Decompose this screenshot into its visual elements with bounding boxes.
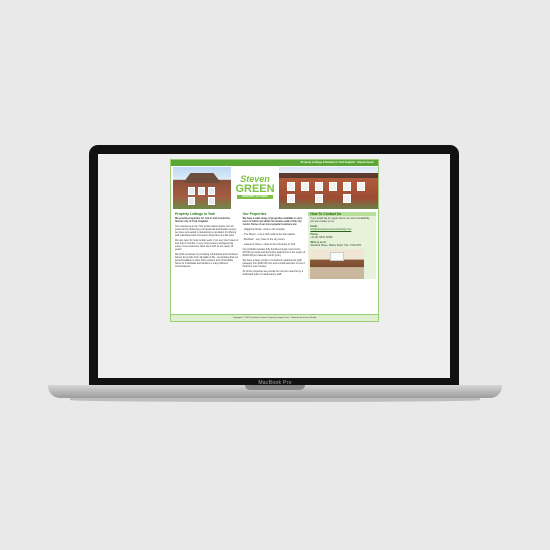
properties-paragraph: We have a large number of 2 bedroom apar… — [242, 259, 305, 268]
lettings-lead: We provide properties for rent in and ar… — [175, 217, 230, 223]
site-logo[interactable]: Steven GREEN PROPERTY LETTINGS — [233, 167, 277, 209]
properties-paragraph: Our portfolio includes fully furnished s… — [242, 248, 306, 257]
laptop-shadow — [70, 398, 480, 402]
properties-paragraph: All of the properties we provide for ren… — [242, 270, 304, 276]
lettings-paragraph: We pride ourselves on providing unfurnis… — [175, 253, 239, 268]
lettings-paragraph: Our experience in the York rental market… — [175, 225, 237, 237]
lettings-paragraph: We can cater for most rental needs, from… — [175, 239, 239, 251]
postal-address: Sandford House, Malton Road, York, YO32 … — [310, 244, 362, 247]
lettings-heading: Property Lettings in York — [175, 212, 216, 216]
contact-heading: How To Contact Us — [308, 212, 377, 216]
column-lettings: Property Lettings in York We provide pro… — [173, 212, 241, 279]
properties-heading: Our Properties — [242, 212, 267, 216]
location-item: - Bootham - very close to the city centr… — [242, 238, 285, 241]
phone-number: +44 (0) 79071 52390 — [310, 236, 333, 239]
content-columns: Property Lettings in York We provide pro… — [171, 210, 378, 279]
properties-lead: We have a wide range of properties avail… — [242, 217, 303, 226]
website: Property Lettings & Rentals in York Engl… — [170, 159, 379, 322]
logo-tagline: PROPERTY LETTINGS — [237, 195, 273, 199]
site-footer: Copyright © 2007 by Steven Green Propert… — [171, 314, 378, 321]
contact-intro: If you would like to enquire about our c… — [310, 217, 370, 223]
location-item: - Wigginton Road - close to the hospital — [242, 228, 285, 231]
house-photo-left — [173, 167, 231, 209]
column-properties: Our Properties We have a wide range of p… — [241, 212, 309, 279]
location-item: - Lawrence Street - close to the Univers… — [242, 243, 296, 246]
kitchen-photo — [310, 249, 365, 279]
device-label: MacBook Pro — [258, 380, 292, 386]
location-item: - The Mount - only a short walk to the t… — [242, 233, 296, 236]
email-link[interactable]: info@stevengreenpropertylettings.com — [310, 228, 351, 231]
house-photo-right — [279, 167, 378, 209]
laptop-screen: Property Lettings & Rentals in York Engl… — [98, 154, 450, 378]
logo-line2: GREEN — [235, 183, 275, 195]
hero-banner: Steven GREEN PROPERTY LETTINGS — [171, 166, 378, 210]
column-contact: How To Contact Us If you would like to e… — [308, 212, 377, 279]
